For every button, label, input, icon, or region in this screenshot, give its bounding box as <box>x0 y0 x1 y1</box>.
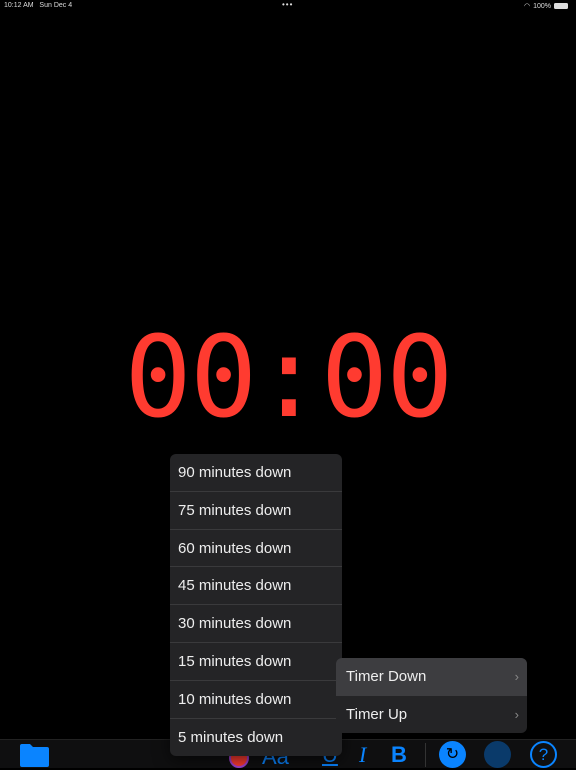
status-time: 10:12 AM <box>4 2 34 9</box>
help-button[interactable]: ? <box>530 741 557 768</box>
toolbar-divider <box>425 743 426 767</box>
battery-percent: 100% <box>533 2 551 10</box>
chevron-right-icon: › <box>514 669 519 684</box>
status-bar: 10:12 AM Sun Dec 4 ••• ◠ 100% <box>0 0 576 12</box>
timer-mode-menu: Timer Down › Timer Up › <box>336 658 527 733</box>
timer-up-label: Timer Up <box>346 705 408 723</box>
menu-item-45[interactable]: 45 minutes down <box>170 567 342 606</box>
duration-menu: 90 minutes down 75 minutes down 60 minut… <box>170 454 342 756</box>
menu-item-60[interactable]: 60 minutes down <box>170 530 342 568</box>
menu-item-30[interactable]: 30 minutes down <box>170 605 342 643</box>
chevron-right-icon: › <box>514 706 519 722</box>
italic-button[interactable]: I <box>359 742 366 768</box>
menu-item-15[interactable]: 15 minutes down <box>170 643 342 681</box>
menu-item-90[interactable]: 90 minutes down <box>170 454 342 492</box>
folder-icon[interactable] <box>19 743 50 767</box>
timer-display: 00:00 <box>124 313 453 443</box>
battery-icon <box>554 3 568 9</box>
bold-button[interactable]: B <box>391 742 407 768</box>
status-date: Sun Dec 4 <box>39 2 73 9</box>
menu-item-75[interactable]: 75 minutes down <box>170 492 342 530</box>
clock-icon[interactable] <box>484 741 511 768</box>
timer-down-label: Timer Down <box>346 668 427 685</box>
refresh-icon[interactable]: ↻ <box>439 741 466 768</box>
menu-item-5[interactable]: 5 minutes down <box>170 719 342 756</box>
wifi-icon: ◠ <box>523 3 531 10</box>
multitasking-dots[interactable]: ••• <box>282 0 293 9</box>
menu-item-timer-up[interactable]: Timer Up › <box>336 696 527 734</box>
status-time-date: 10:12 AM Sun Dec 4 <box>4 2 72 9</box>
menu-item-10[interactable]: 10 minutes down <box>170 681 342 719</box>
menu-item-timer-down[interactable]: Timer Down › <box>336 658 527 696</box>
